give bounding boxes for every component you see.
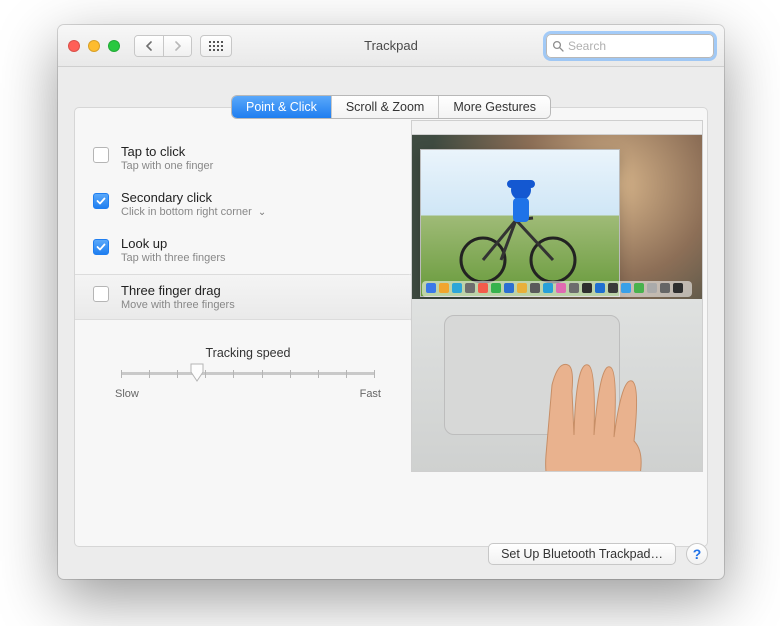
option-subtitle[interactable]: Click in bottom right corner ⌄ xyxy=(121,206,266,218)
search-field-wrap[interactable] xyxy=(546,34,714,58)
option-subtitle: Move with three fingers xyxy=(121,299,235,311)
options-panel: Tap to click Tap with one finger Seconda… xyxy=(74,107,708,547)
nav-group xyxy=(134,35,192,57)
option-title: Three finger drag xyxy=(121,283,235,298)
tab-scroll-and-zoom[interactable]: Scroll & Zoom xyxy=(331,96,439,118)
options-list: Tap to click Tap with one finger Seconda… xyxy=(75,126,411,546)
tab-more-gestures[interactable]: More Gestures xyxy=(438,96,550,118)
chevron-down-icon: ⌄ xyxy=(258,207,266,218)
slider-slow-label: Slow xyxy=(115,388,139,400)
minimize-button[interactable] xyxy=(88,40,100,52)
hand-illustration xyxy=(522,355,662,472)
tracking-speed-block: Tracking speed Slow xyxy=(75,346,411,400)
setup-bluetooth-trackpad-button[interactable]: Set Up Bluetooth Trackpad… xyxy=(488,543,676,565)
help-button[interactable]: ? xyxy=(686,543,708,565)
titlebar: Trackpad xyxy=(58,25,724,67)
tab-point-and-click[interactable]: Point & Click xyxy=(232,96,331,118)
checkbox-three-finger-drag[interactable] xyxy=(93,286,109,302)
checkbox-secondary-click[interactable] xyxy=(93,193,109,209)
option-tap-to-click[interactable]: Tap to click Tap with one finger xyxy=(75,136,411,182)
option-title: Tap to click xyxy=(121,144,213,159)
tab-group: Point & Click Scroll & Zoom More Gesture… xyxy=(232,96,550,118)
slider-ticks xyxy=(121,367,375,379)
option-secondary-click[interactable]: Secondary click Click in bottom right co… xyxy=(75,182,411,228)
window-controls xyxy=(68,40,120,52)
option-title: Secondary click xyxy=(121,190,266,205)
forward-button[interactable] xyxy=(163,36,191,56)
zoom-button[interactable] xyxy=(108,40,120,52)
tracking-speed-slider[interactable] xyxy=(121,364,375,382)
tracking-speed-label: Tracking speed xyxy=(115,346,381,360)
checkbox-tap-to-click[interactable] xyxy=(93,147,109,163)
option-subtitle: Tap with three fingers xyxy=(121,252,226,264)
back-button[interactable] xyxy=(135,36,163,56)
trackpad-preferences-window: Trackpad Point & Click Scroll & Zoom Mor… xyxy=(58,25,724,579)
show-all-button[interactable] xyxy=(200,35,232,57)
search-input[interactable] xyxy=(568,39,723,53)
body-area: Point & Click Scroll & Zoom More Gesture… xyxy=(58,67,724,561)
option-title: Look up xyxy=(121,236,226,251)
photo-illustration xyxy=(421,150,621,298)
grid-icon xyxy=(209,41,223,51)
slider-knob[interactable] xyxy=(189,362,205,382)
preview-dock xyxy=(422,281,692,297)
gesture-preview xyxy=(411,126,707,546)
preview-window xyxy=(420,149,620,297)
search-icon xyxy=(552,40,564,52)
checkbox-look-up[interactable] xyxy=(93,239,109,255)
close-button[interactable] xyxy=(68,40,80,52)
option-three-finger-drag[interactable]: Three finger drag Move with three finger… xyxy=(75,274,411,320)
gesture-preview-image xyxy=(411,120,703,472)
slider-fast-label: Fast xyxy=(360,388,381,400)
option-subtitle: Tap with one finger xyxy=(121,160,213,172)
footer: Set Up Bluetooth Trackpad… ? xyxy=(488,543,708,565)
option-look-up[interactable]: Look up Tap with three fingers xyxy=(75,228,411,274)
